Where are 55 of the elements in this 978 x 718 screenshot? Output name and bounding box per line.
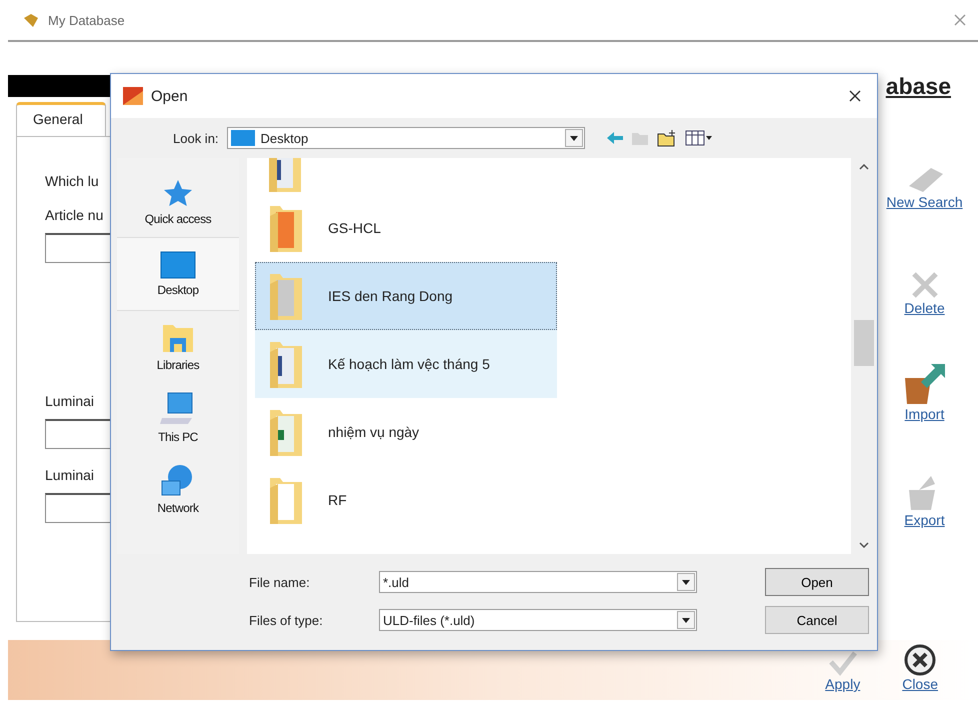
dropdown-button[interactable] xyxy=(677,573,695,591)
look-in-dropdown[interactable]: Desktop xyxy=(226,127,585,149)
place-item[interactable]: Desktop xyxy=(117,237,239,311)
app-logo-icon xyxy=(22,12,40,28)
dialog-logo-icon xyxy=(123,87,143,105)
close-icon xyxy=(849,90,861,102)
dialog-title: Open xyxy=(151,88,189,104)
new-folder-icon[interactable] xyxy=(656,129,677,147)
cancel-button[interactable]: Cancel xyxy=(765,606,869,634)
place-label: Network xyxy=(157,500,199,514)
window-title: My Database xyxy=(48,12,126,28)
close-icon xyxy=(954,14,966,26)
file-item[interactable]: nhiệm vụ ngày xyxy=(255,398,557,466)
place-label: Quick access xyxy=(144,212,212,226)
view-menu-icon[interactable] xyxy=(684,130,713,146)
caret-icon xyxy=(570,136,578,140)
field-label: Luminai xyxy=(45,467,94,483)
file-name: GS-HCL xyxy=(328,220,381,236)
tab[interactable]: General xyxy=(16,102,106,136)
open-button[interactable]: Open xyxy=(765,568,869,596)
scroll-thumb[interactable] xyxy=(854,320,874,366)
file-type-label: Files of type: xyxy=(249,612,324,628)
place-item[interactable]: This PC xyxy=(117,382,239,453)
look-in-label: Look in: xyxy=(173,130,219,146)
dropdown-button[interactable] xyxy=(564,129,583,147)
caret-icon xyxy=(682,618,690,622)
file-item[interactable]: RF xyxy=(255,466,557,534)
file-name: nhiệm vụ ngày xyxy=(328,424,420,440)
dropdown-button[interactable] xyxy=(677,611,695,629)
desktop-icon xyxy=(230,130,255,146)
place-label: This PC xyxy=(158,430,198,444)
file-type-dropdown[interactable]: ULD-files (*.uld) xyxy=(379,609,697,631)
footer-link[interactable]: Close xyxy=(902,676,938,692)
caret-icon xyxy=(682,580,690,584)
file-name-label: File name: xyxy=(249,574,311,590)
scroll-down-icon[interactable] xyxy=(859,542,869,548)
file-name-field[interactable]: *.uld xyxy=(379,571,697,593)
place-item[interactable]: Quick access xyxy=(117,166,239,237)
field-label: Which lu xyxy=(45,173,99,189)
place-item[interactable]: Libraries xyxy=(117,311,239,382)
place-item[interactable]: Network xyxy=(117,453,239,524)
file-item[interactable]: Kế hoạch làm vệc tháng 5 xyxy=(255,330,557,398)
place-label: Libraries xyxy=(156,358,200,372)
file-item[interactable]: GS-HCL xyxy=(255,194,557,262)
field-label: Luminai xyxy=(45,393,94,409)
file-item[interactable]: IES den Rang Dong xyxy=(255,262,557,330)
star-icon xyxy=(162,178,194,208)
sidebar-link[interactable]: Import xyxy=(904,406,944,422)
place-label: Desktop xyxy=(157,283,199,297)
file-name: Kế hoạch làm vệc tháng 5 xyxy=(328,356,490,372)
file-name: IES den Rang Dong xyxy=(328,288,453,304)
scroll-up-icon[interactable] xyxy=(859,164,869,170)
field-label: Article nu xyxy=(45,207,104,223)
desktop-icon xyxy=(160,251,196,279)
file-name: RF xyxy=(328,492,347,508)
